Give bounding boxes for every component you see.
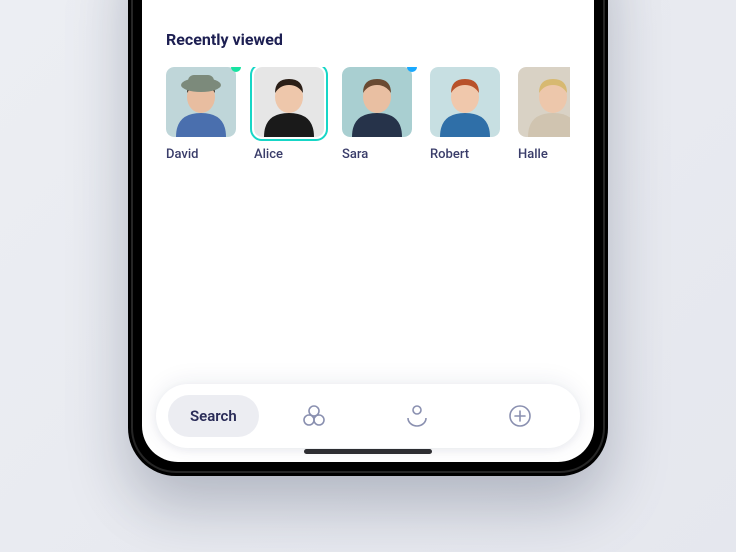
person-card[interactable]: David	[166, 67, 236, 162]
person-name: David	[166, 147, 236, 162]
person-name: Alice	[254, 147, 324, 162]
person-name: Sara	[342, 147, 412, 162]
screen: By office Recently viewed David Alice Sa…	[142, 0, 594, 462]
phone-frame: By office Recently viewed David Alice Sa…	[128, 0, 608, 476]
nav-add-button[interactable]	[473, 384, 568, 448]
status-dot	[231, 67, 241, 72]
avatar-image	[342, 67, 412, 137]
person-card[interactable]: Halle	[518, 67, 570, 162]
avatar	[430, 67, 500, 137]
plus-circle-icon	[507, 403, 533, 429]
status-dot	[407, 67, 417, 72]
avatar-image	[254, 67, 324, 137]
avatar-image	[430, 67, 500, 137]
avatar-image	[166, 67, 236, 137]
avatar	[166, 67, 236, 137]
nav-search-button[interactable]: Search	[168, 395, 259, 437]
avatar	[518, 67, 570, 137]
person-name: Robert	[430, 147, 500, 162]
recently-viewed-list[interactable]: David Alice Sara Robert Halle	[166, 67, 570, 162]
circles-icon	[301, 403, 327, 429]
home-indicator	[304, 449, 432, 454]
avatar	[254, 67, 324, 137]
nav-profile-button[interactable]	[370, 384, 465, 448]
person-card[interactable]: Robert	[430, 67, 500, 162]
nav-search-label: Search	[190, 407, 237, 425]
nav-groups-button[interactable]	[267, 384, 362, 448]
person-card[interactable]: Sara	[342, 67, 412, 162]
person-name: Halle	[518, 147, 570, 162]
avatar-image	[518, 67, 570, 137]
avatar	[342, 67, 412, 137]
recently-viewed-title: Recently viewed	[166, 30, 570, 49]
bottom-nav: Search	[156, 384, 580, 448]
person-card[interactable]: Alice	[254, 67, 324, 162]
person-icon	[404, 403, 430, 429]
content-area: By office Recently viewed David Alice Sa…	[142, 0, 594, 364]
